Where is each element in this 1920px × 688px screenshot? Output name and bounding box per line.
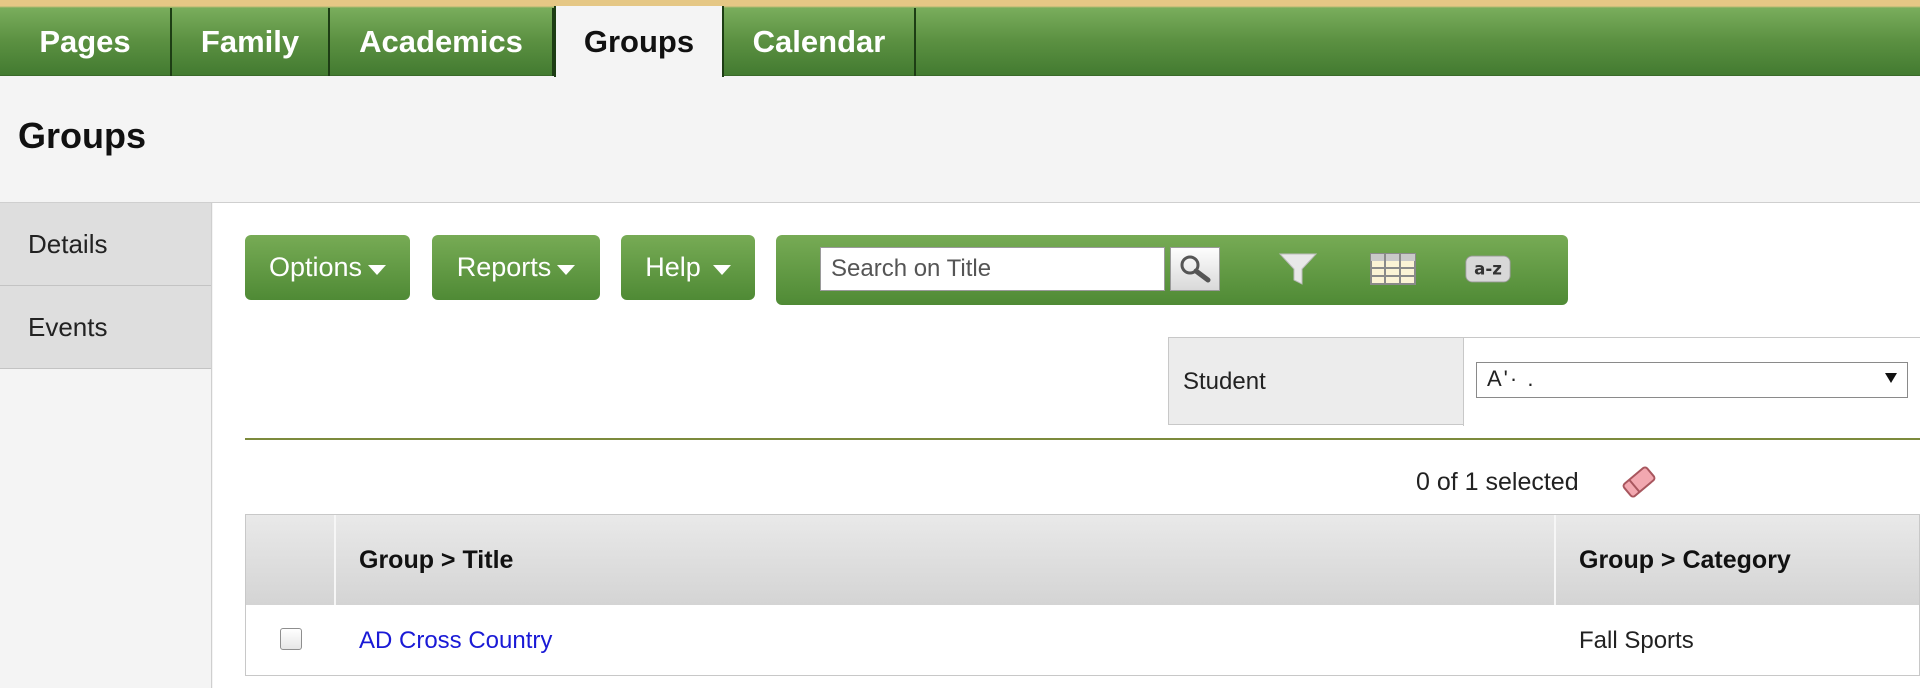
dropdown-arrow-icon (1885, 373, 1897, 383)
search-input[interactable] (820, 247, 1165, 291)
reports-button[interactable]: Reports (432, 235, 600, 300)
grid-columns-icon (1370, 253, 1416, 285)
filter-button[interactable] (1274, 249, 1322, 289)
selection-count: 0 of 1 selected (1416, 468, 1579, 496)
side-nav-item-details[interactable]: Details (0, 203, 211, 286)
filter-icon (1278, 253, 1318, 285)
help-button-label: Help (645, 252, 701, 282)
caret-down-icon (368, 264, 387, 275)
side-nav: Details Events (0, 203, 212, 688)
student-select[interactable]: A'· . (1476, 362, 1908, 398)
row-checkbox[interactable] (280, 628, 302, 650)
tab-pages[interactable]: Pages (0, 8, 172, 76)
svg-text:a-z: a-z (1474, 260, 1502, 279)
table-header: Group > Title Group > Category (246, 515, 1919, 605)
help-button[interactable]: Help (621, 235, 755, 300)
tab-calendar[interactable]: Calendar (724, 8, 916, 76)
column-separator (334, 515, 336, 605)
eraser-icon (1622, 466, 1656, 498)
options-button-label: Options (268, 252, 363, 282)
column-separator (1554, 515, 1556, 605)
search-icon (1180, 255, 1211, 283)
page-title: Groups (18, 115, 147, 156)
options-button[interactable]: Options (245, 235, 410, 300)
student-select-value: A'· . (1487, 366, 1536, 391)
column-header-category[interactable]: Group > Category (1579, 515, 1791, 605)
sort-button[interactable]: a-z (1464, 249, 1512, 289)
group-category-cell: Fall Sports (1579, 627, 1694, 654)
search-toolbar: a-z (776, 235, 1568, 305)
divider (245, 438, 1920, 440)
columns-button[interactable] (1369, 249, 1417, 289)
column-header-title[interactable]: Group > Title (359, 515, 513, 605)
side-nav-item-events[interactable]: Events (0, 286, 211, 369)
clear-selection-button[interactable] (1618, 465, 1660, 504)
tab-academics[interactable]: Academics (330, 8, 554, 76)
tab-family[interactable]: Family (172, 8, 330, 76)
groups-table: Group > Title Group > Category AD Cross … (245, 514, 1920, 676)
group-title-link[interactable]: AD Cross Country (359, 605, 552, 677)
top-nav-bar: Pages Family Academics Groups Calendar (0, 0, 1920, 77)
reports-button-label: Reports (456, 252, 552, 282)
caret-down-icon (712, 264, 731, 275)
tab-groups[interactable]: Groups (554, 6, 724, 77)
student-filter-label: Student (1183, 368, 1266, 395)
search-button[interactable] (1170, 247, 1220, 291)
caret-down-icon (557, 264, 576, 275)
sort-az-icon: a-z (1465, 255, 1511, 283)
